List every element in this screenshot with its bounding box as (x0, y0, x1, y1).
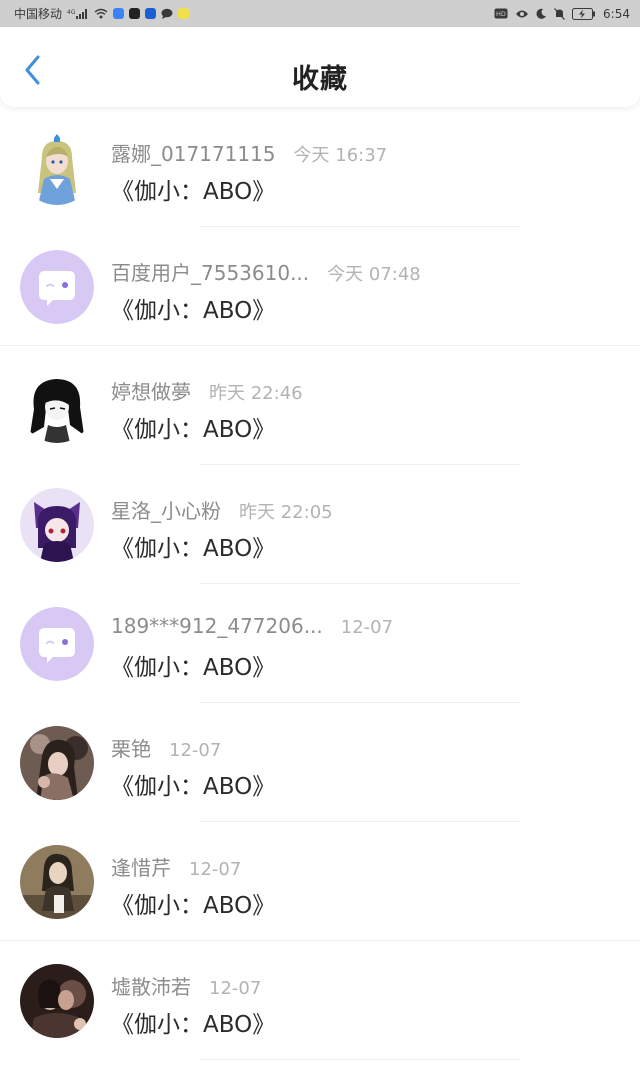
app-icon (178, 8, 190, 19)
book-title[interactable]: 《伽小：ABO》 (111, 172, 275, 206)
status-bar: 中国移动 4G HD 6:54 (0, 0, 640, 27)
item-meta: 墟散沛若 12-07 (111, 971, 261, 1000)
book-title[interactable]: 《伽小：ABO》 (111, 410, 275, 444)
eye-icon (515, 9, 529, 19)
wifi-icon (94, 8, 108, 19)
book-title[interactable]: 《伽小：ABO》 (111, 291, 275, 325)
book-title[interactable]: 《伽小：ABO》 (111, 529, 275, 563)
battery-charging-icon (572, 7, 596, 20)
list-item[interactable]: 百度用户_7553610... 今天 07:48 《伽小：ABO》 (0, 227, 640, 346)
list-item[interactable]: 逢惜芹 12-07 《伽小：ABO》 (0, 822, 640, 941)
list-item[interactable]: 星洛_小心粉 昨天 22:05 《伽小：ABO》 (0, 465, 640, 584)
username[interactable]: 露娜_017171115 (111, 138, 276, 167)
username[interactable]: 墟散沛若 (111, 971, 191, 1000)
timestamp: 今天 16:37 (293, 145, 388, 166)
page-title: 收藏 (292, 64, 348, 95)
list-item[interactable]: 墟散沛若 12-07 《伽小：ABO》 (0, 941, 640, 1060)
svg-text:HD: HD (496, 10, 506, 18)
timestamp: 今天 07:48 (327, 264, 421, 285)
username[interactable]: 星洛_小心粉 (111, 495, 221, 524)
avatar[interactable] (20, 845, 94, 919)
list-item[interactable]: 婷想做夢 昨天 22:46 《伽小：ABO》 (0, 346, 640, 465)
svg-text:4G: 4G (67, 9, 76, 16)
list-item[interactable]: 栗铯 12-07 《伽小：ABO》 (0, 703, 640, 822)
list-item[interactable]: 189***912_477206... 12-07 《伽小：ABO》 (0, 584, 640, 703)
username[interactable]: 栗铯 (111, 733, 151, 762)
avatar[interactable] (20, 726, 94, 800)
item-meta: 百度用户_7553610... 今天 07:48 (111, 257, 421, 286)
item-meta: 逢惜芹 12-07 (111, 852, 241, 881)
timestamp: 12-07 (189, 859, 242, 880)
app-icon (113, 8, 125, 19)
list-item[interactable]: 露娜_017171115 今天 16:37 《伽小：ABO》 (0, 108, 640, 227)
avatar[interactable] (20, 488, 94, 562)
item-meta: 星洛_小心粉 昨天 22:05 (111, 495, 333, 524)
timestamp: 昨天 22:46 (209, 383, 303, 404)
username[interactable]: 189***912_477206... (111, 614, 323, 638)
timestamp: 12-07 (169, 740, 222, 761)
username[interactable]: 百度用户_7553610... (111, 257, 309, 286)
avatar[interactable] (20, 369, 94, 443)
app-header: 收藏 (0, 27, 640, 107)
timestamp: 12-07 (340, 617, 394, 638)
username[interactable]: 婷想做夢 (111, 376, 191, 405)
mute-bell-icon (554, 7, 566, 20)
book-title[interactable]: 《伽小：ABO》 (111, 886, 275, 920)
app-icon (129, 8, 141, 19)
hd-badge: HD (494, 8, 508, 19)
divider (200, 1059, 520, 1060)
book-title[interactable]: 《伽小：ABO》 (111, 1005, 275, 1039)
book-title[interactable]: 《伽小：ABO》 (111, 648, 275, 682)
message-icon (161, 8, 173, 19)
carrier-label: 中国移动 (14, 7, 63, 21)
signal-icon: 4G (67, 8, 89, 20)
book-title[interactable]: 《伽小：ABO》 (111, 767, 275, 801)
item-meta: 婷想做夢 昨天 22:46 (111, 376, 303, 405)
clock-label: 6:54 (603, 6, 630, 21)
default-avatar[interactable] (20, 250, 94, 324)
item-meta: 栗铯 12-07 (111, 733, 221, 762)
avatar[interactable] (20, 131, 94, 205)
moon-icon (536, 8, 547, 19)
avatar[interactable] (20, 964, 94, 1038)
favorites-list: 露娜_017171115 今天 16:37 《伽小：ABO》 百度用户_7553… (0, 108, 640, 1060)
username[interactable]: 逢惜芹 (111, 852, 171, 881)
timestamp: 12-07 (209, 978, 262, 999)
timestamp: 昨天 22:05 (239, 502, 333, 523)
app-icon (145, 8, 157, 19)
item-meta: 露娜_017171115 今天 16:37 (111, 138, 387, 167)
item-meta: 189***912_477206... 12-07 (111, 614, 393, 638)
default-avatar[interactable] (20, 607, 94, 681)
